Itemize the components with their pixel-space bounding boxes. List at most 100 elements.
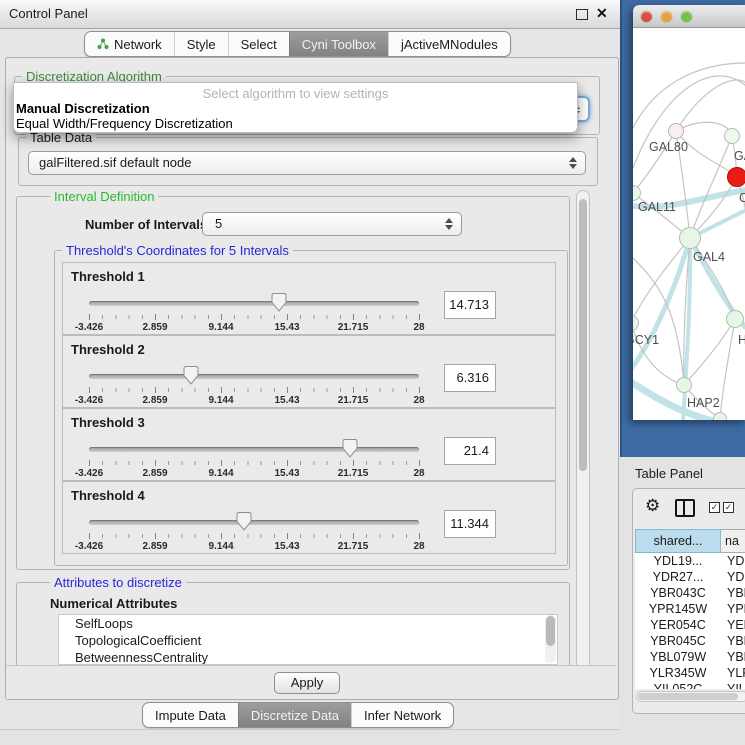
node-table: ⚙ ✓ ✓ shared... na YDL19...YDL1YDR27...Y… bbox=[632, 488, 745, 714]
cell-shared-name: YER054C bbox=[635, 617, 721, 633]
slider-major-tick bbox=[155, 460, 156, 466]
network-node[interactable] bbox=[727, 167, 745, 187]
attribute-item[interactable]: TopologicalCoefficient bbox=[59, 632, 557, 649]
table-data-combo[interactable]: galFiltered.sif default node bbox=[28, 151, 586, 175]
tick-label: 2.859 bbox=[142, 395, 167, 406]
network-view-window[interactable]: GAL80GACGAL11GAL4GCY1HHAP2 bbox=[633, 5, 745, 420]
network-node[interactable] bbox=[676, 377, 692, 393]
attributes-group-label: Attributes to discretize bbox=[50, 575, 186, 590]
slider-major-tick bbox=[287, 387, 288, 393]
slider-minor-ticks bbox=[89, 388, 420, 392]
attribute-item[interactable]: BetweennessCentrality bbox=[59, 649, 557, 665]
tab-select[interactable]: Select bbox=[228, 32, 289, 56]
network-node[interactable] bbox=[724, 128, 740, 144]
threshold-value-field[interactable]: 14.713 bbox=[444, 291, 496, 319]
slider-thumb[interactable] bbox=[184, 366, 199, 388]
scrollbar-thumb[interactable] bbox=[546, 616, 555, 646]
combo-stepper-icon[interactable] bbox=[569, 156, 578, 170]
tab-label: Discretize Data bbox=[251, 708, 339, 723]
attributes-list-scrollbar[interactable] bbox=[545, 615, 556, 663]
threshold-value-field[interactable]: 21.4 bbox=[444, 437, 496, 465]
table-data-combo-value: galFiltered.sif default node bbox=[39, 155, 191, 170]
tab-network[interactable]: Network bbox=[85, 32, 174, 56]
combo-stepper-icon[interactable] bbox=[445, 217, 454, 231]
cell-shared-name: YDR27... bbox=[635, 569, 721, 585]
column-header-name[interactable]: na bbox=[721, 529, 745, 553]
tick-label: 28 bbox=[413, 395, 424, 406]
table-horizontal-scrollbar[interactable] bbox=[636, 691, 745, 702]
tick-label: 21.715 bbox=[338, 322, 369, 333]
dropdown-option-equal-width-frequency[interactable]: Equal Width/Frequency Discretization bbox=[14, 116, 577, 131]
column-header-shared-name[interactable]: shared... bbox=[635, 529, 721, 553]
threshold-panel: Threshold 2-3.4262.8599.14415.4321.71528… bbox=[62, 335, 556, 408]
slider-major-tick bbox=[89, 533, 90, 539]
minimize-traffic-light-icon[interactable] bbox=[661, 11, 672, 22]
cyni-bottom-tabs: Impute Data Discretize Data Infer Networ… bbox=[142, 702, 454, 728]
table-row[interactable]: YDR27...YDR2 bbox=[635, 569, 745, 585]
tab-style[interactable]: Style bbox=[174, 32, 228, 56]
zoom-traffic-light-icon[interactable] bbox=[681, 11, 692, 22]
slider-track[interactable] bbox=[89, 374, 419, 379]
float-window-icon[interactable] bbox=[576, 9, 588, 20]
slider-track[interactable] bbox=[89, 447, 419, 452]
slider-track[interactable] bbox=[89, 520, 419, 525]
slider-thumb[interactable] bbox=[272, 293, 287, 315]
scrollbar-thumb[interactable] bbox=[579, 199, 587, 471]
table-rows: YDL19...YDL1YDR27...YDR2YBR043CYBR0YPR14… bbox=[635, 553, 745, 689]
tab-discretize-data[interactable]: Discretize Data bbox=[238, 703, 351, 727]
apply-button[interactable]: Apply bbox=[274, 672, 340, 694]
attribute-item[interactable]: SelfLoops bbox=[59, 615, 557, 632]
table-row[interactable]: YPR145WYPR1 bbox=[635, 601, 745, 617]
threshold-value-field[interactable]: 6.316 bbox=[444, 364, 496, 392]
statusbar-strip bbox=[0, 729, 620, 745]
network-window-titlebar[interactable] bbox=[633, 5, 745, 28]
slider-major-tick bbox=[287, 533, 288, 539]
close-icon[interactable]: ✕ bbox=[596, 5, 608, 22]
node-label: GA bbox=[734, 149, 745, 163]
table-row[interactable]: YIL052CYIL0 bbox=[635, 681, 745, 689]
cell-name: YBR0 bbox=[721, 585, 745, 601]
control-panel-title: Control Panel bbox=[9, 6, 88, 21]
table-row[interactable]: YBR043CYBR0 bbox=[635, 585, 745, 601]
threshold-slider[interactable]: -3.4262.8599.14415.4321.71528 bbox=[89, 368, 419, 406]
tab-cyni-toolbox[interactable]: Cyni Toolbox bbox=[289, 32, 388, 56]
table-row[interactable]: YER054CYER0 bbox=[635, 617, 745, 633]
checkbox-checked-icon[interactable]: ✓ bbox=[709, 502, 720, 513]
slider-major-tick bbox=[221, 533, 222, 539]
cell-shared-name: YLR345W bbox=[635, 665, 721, 681]
threshold-slider[interactable]: -3.4262.8599.14415.4321.71528 bbox=[89, 441, 419, 479]
threshold-panel: Threshold 1-3.4262.8599.14415.4321.71528… bbox=[62, 262, 556, 335]
split-columns-icon[interactable] bbox=[675, 499, 695, 517]
table-row[interactable]: YLR345WYLR3 bbox=[635, 665, 745, 681]
slider-thumb[interactable] bbox=[342, 439, 357, 461]
table-row[interactable]: YBR045CYBR0 bbox=[635, 633, 745, 649]
slider-track[interactable] bbox=[89, 301, 419, 306]
table-row[interactable]: YDL19...YDL1 bbox=[635, 553, 745, 569]
control-panel-tabs: Network Style Select Cyni Toolbox jActiv… bbox=[84, 31, 511, 57]
network-canvas[interactable]: GAL80GACGAL11GAL4GCY1HHAP2 bbox=[633, 28, 745, 420]
settings-vertical-scrollbar[interactable] bbox=[576, 190, 590, 696]
checkbox-checked-icon[interactable]: ✓ bbox=[723, 502, 734, 513]
tab-jactivemnodules[interactable]: jActiveMNodules bbox=[388, 32, 510, 56]
slider-tick-labels: -3.4262.8599.14415.4321.71528 bbox=[89, 395, 419, 407]
numerical-attributes-list[interactable]: SelfLoopsTopologicalCoefficientBetweenne… bbox=[58, 614, 558, 665]
network-node[interactable] bbox=[713, 412, 727, 420]
tab-impute-data[interactable]: Impute Data bbox=[143, 703, 238, 727]
app-window: Control Panel ✕ Network Style Select Cyn… bbox=[0, 0, 745, 745]
scrollbar-thumb[interactable] bbox=[638, 693, 738, 700]
threshold-value-field[interactable]: 11.344 bbox=[444, 510, 496, 538]
node-label: GCY1 bbox=[633, 333, 659, 347]
slider-thumb[interactable] bbox=[237, 512, 252, 534]
table-row[interactable]: YBL079WYBL0 bbox=[635, 649, 745, 665]
threshold-slider[interactable]: -3.4262.8599.14415.4321.71528 bbox=[89, 514, 419, 552]
network-node[interactable] bbox=[679, 227, 701, 249]
threshold-slider[interactable]: -3.4262.8599.14415.4321.71528 bbox=[89, 295, 419, 333]
tab-infer-network[interactable]: Infer Network bbox=[351, 703, 453, 727]
number-of-intervals-combo[interactable]: 5 bbox=[202, 212, 462, 236]
network-node[interactable] bbox=[668, 123, 684, 139]
close-traffic-light-icon[interactable] bbox=[641, 11, 652, 22]
network-node[interactable] bbox=[726, 310, 744, 328]
dropdown-option-manual-discretization[interactable]: Manual Discretization bbox=[14, 101, 577, 116]
gear-icon[interactable]: ⚙ bbox=[645, 496, 660, 516]
tick-label: 21.715 bbox=[338, 468, 369, 479]
